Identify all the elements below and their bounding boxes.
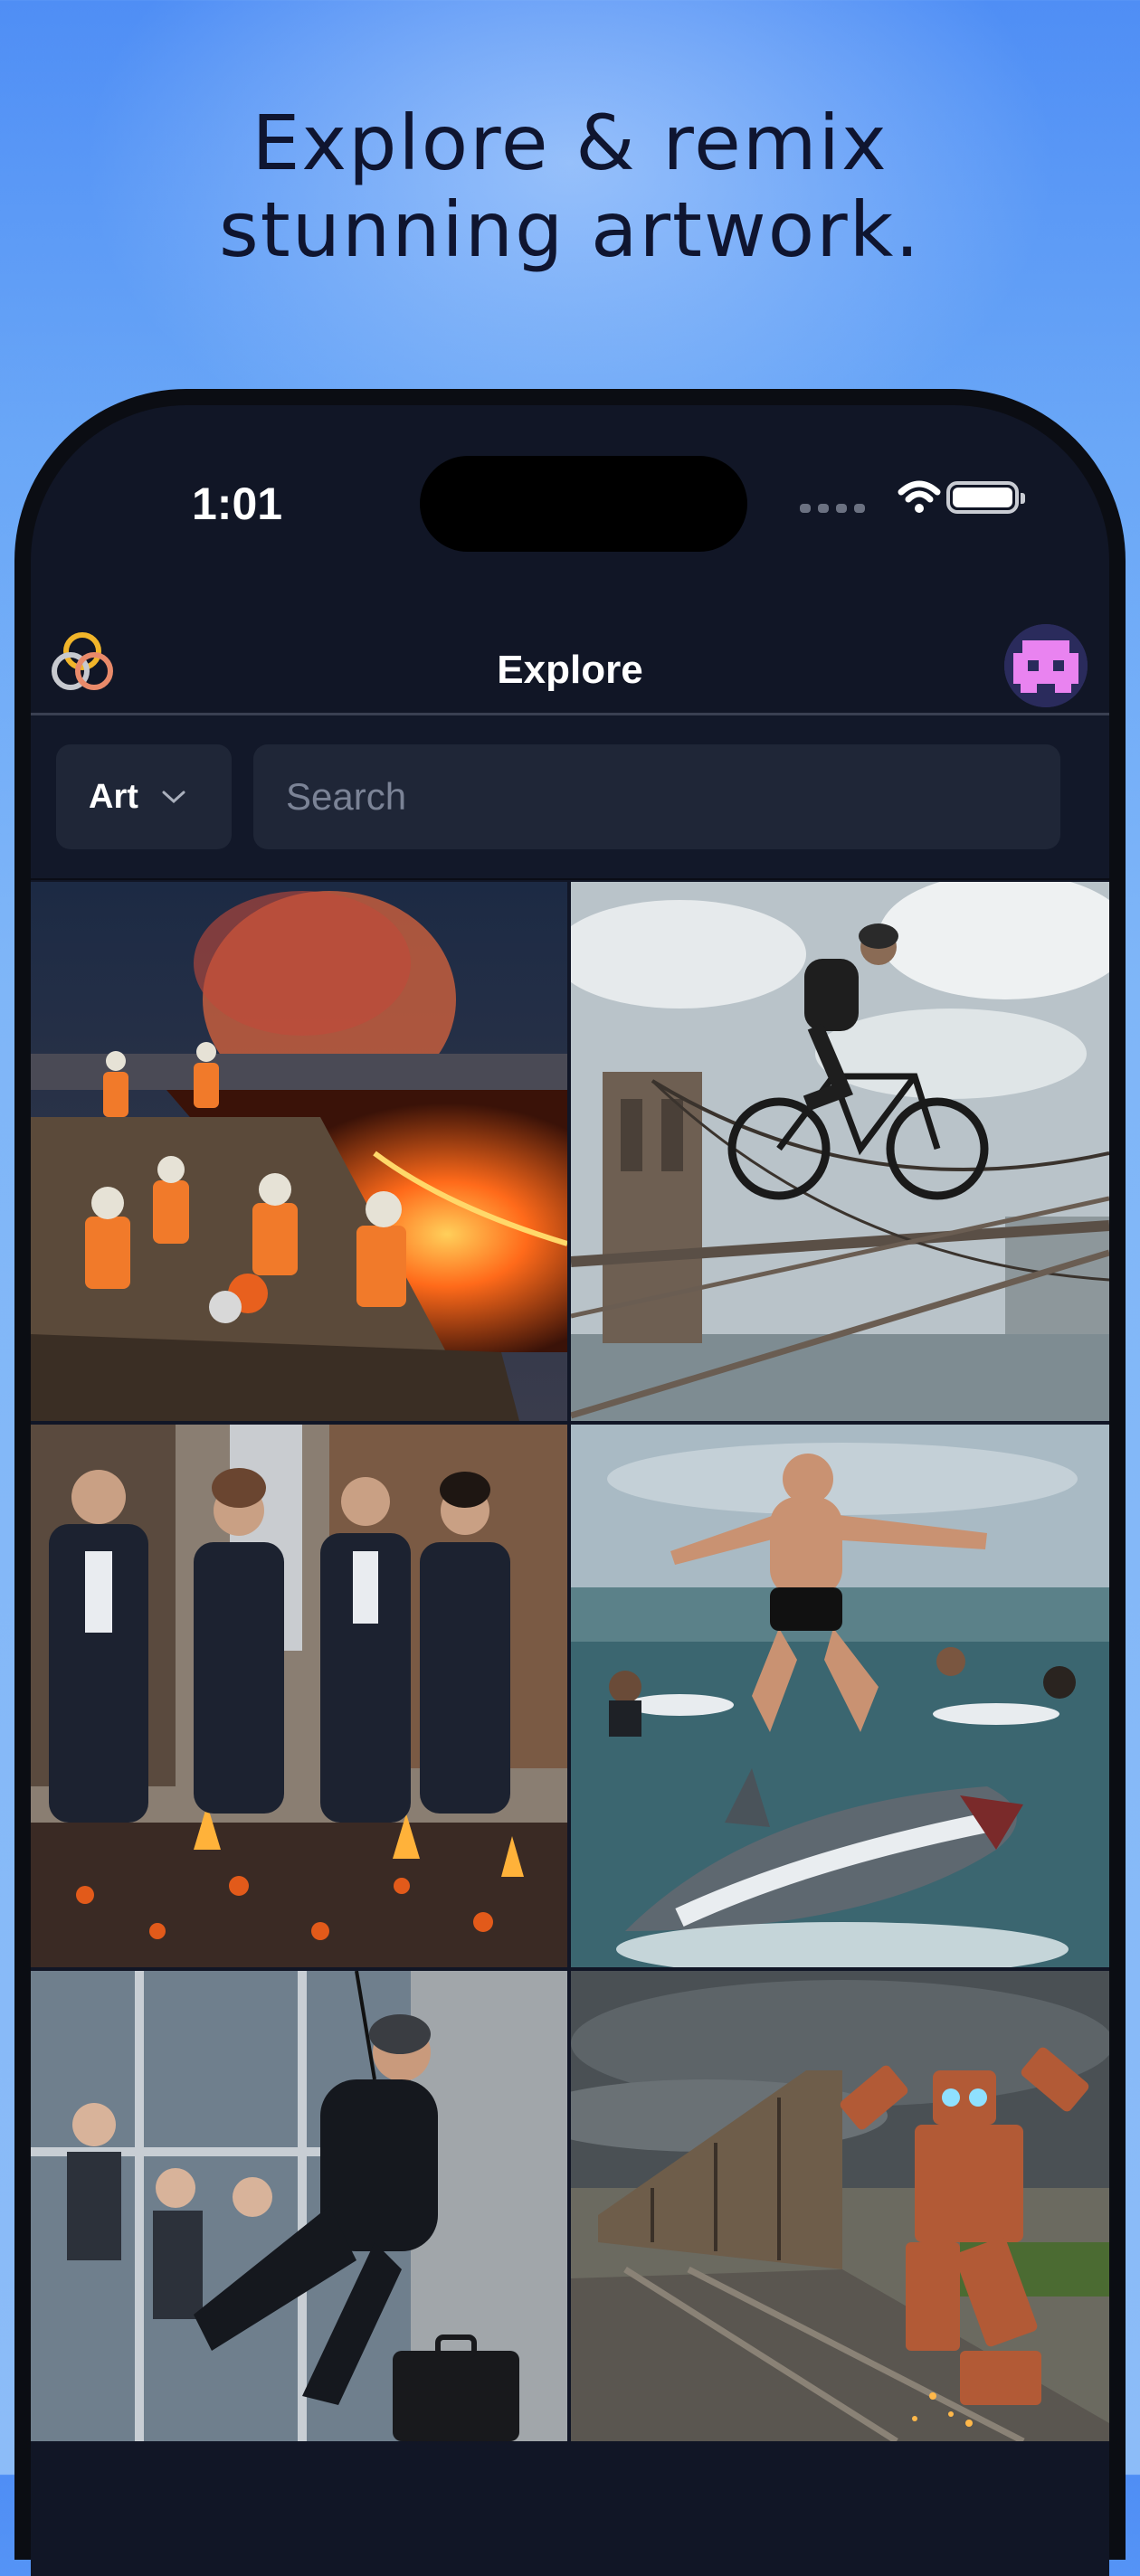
artwork-image	[31, 882, 567, 1421]
gallery-tile-shark-surfer[interactable]	[571, 1425, 1109, 1967]
filter-bar: Art	[31, 715, 1109, 880]
battery-icon	[946, 481, 1025, 514]
nav-bar: Explore	[31, 595, 1109, 715]
artwork-image	[31, 1425, 567, 1967]
chevron-down-icon	[162, 791, 185, 804]
artwork-image	[571, 1971, 1109, 2441]
search-input[interactable]	[253, 744, 1060, 849]
artwork-image	[571, 882, 1109, 1421]
app-screen: 1:01 Explore Art Search	[31, 405, 1109, 2576]
category-dropdown[interactable]: Art	[56, 744, 232, 849]
artwork-image	[571, 1425, 1109, 1967]
page-title: Explore	[497, 648, 643, 692]
category-label: Art	[89, 777, 138, 816]
signal-icon	[800, 499, 872, 516]
gallery-tile-lava-workers[interactable]	[31, 882, 567, 1421]
phone-frame: 1:01 Explore Art Search	[14, 389, 1126, 2576]
artwork-image	[31, 1971, 567, 2441]
pixel-robot-avatar-icon	[1004, 624, 1088, 707]
headline-line-1: Explore & remix	[252, 99, 888, 187]
headline-line-2: stunning artwork.	[219, 185, 921, 274]
user-avatar[interactable]	[1004, 624, 1088, 707]
gallery-tile-hot-coals[interactable]	[31, 1425, 567, 1967]
promo-headline: Explore & remix stunning artwork.	[0, 99, 1140, 273]
gallery-tile-robot-train[interactable]	[571, 1971, 1109, 2441]
gallery-tile-bridge-cyclist[interactable]	[571, 882, 1109, 1421]
status-time: 1:01	[192, 478, 283, 529]
dynamic-island	[420, 456, 747, 552]
gallery-tile-window-climber[interactable]	[31, 1971, 567, 2441]
wifi-icon	[898, 480, 941, 513]
